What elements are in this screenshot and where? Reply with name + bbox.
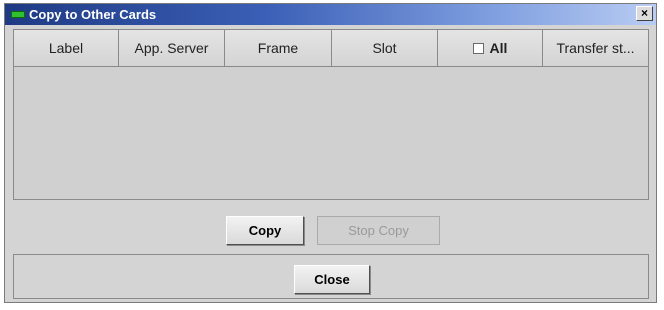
close-button[interactable]: Close xyxy=(294,265,370,294)
column-header-frame[interactable]: Frame xyxy=(225,30,332,66)
column-header-text: Transfer st... xyxy=(556,40,635,56)
column-header-text: All xyxy=(489,40,508,56)
column-header-label[interactable]: Label xyxy=(14,30,119,66)
column-header-text: Slot xyxy=(372,40,397,56)
copy-button[interactable]: Copy xyxy=(226,216,304,245)
table-header: Label App. Server Frame Slot All Transfe… xyxy=(14,30,648,67)
copy-actions: Copy Stop Copy xyxy=(5,216,656,252)
title-bar[interactable]: Copy to Other Cards × xyxy=(5,4,656,25)
column-header-transfer-status[interactable]: Transfer st... xyxy=(543,30,648,66)
column-header-text: App. Server xyxy=(134,40,209,56)
dialog-footer: Close xyxy=(13,254,649,299)
close-icon[interactable]: × xyxy=(636,6,653,21)
table-body[interactable] xyxy=(14,67,648,200)
stop-copy-button: Stop Copy xyxy=(317,216,440,245)
column-header-slot[interactable]: Slot xyxy=(332,30,438,66)
select-all-checkbox[interactable] xyxy=(472,42,484,54)
copy-to-other-cards-dialog: Copy to Other Cards × Label App. Server … xyxy=(4,3,657,303)
column-header-text: Label xyxy=(48,40,84,56)
column-header-app-server[interactable]: App. Server xyxy=(119,30,225,66)
card-icon xyxy=(11,11,25,18)
column-header-text: Frame xyxy=(257,40,299,56)
dialog-title: Copy to Other Cards xyxy=(29,7,157,22)
column-header-all[interactable]: All xyxy=(438,30,543,66)
cards-table: Label App. Server Frame Slot All Transfe… xyxy=(13,29,649,200)
